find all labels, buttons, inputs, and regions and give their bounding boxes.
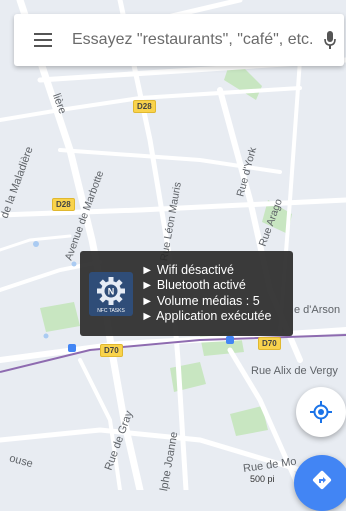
voice-search-button[interactable]: [316, 14, 344, 66]
notification-line: ► Application exécutée: [141, 309, 272, 323]
nfc-tasks-gear-icon: N: [97, 276, 125, 305]
notification-line: ► Bluetooth activé: [141, 278, 246, 292]
street-label-arson: e d'Arson: [294, 304, 341, 316]
notification-lines: ► Wifi désactivé ► Bluetooth activé ► Vo…: [141, 263, 272, 325]
notification-line: ► Volume médias : 5: [141, 293, 260, 308]
road-shield-d70-right: D70: [258, 337, 281, 350]
street-label-alix-de-vergy: Rue Alix de Vergy: [251, 365, 338, 377]
nfc-tasks-app-icon: N NFC TASKS: [89, 271, 133, 316]
app-icon-label: NFC TASKS: [97, 307, 125, 314]
my-location-button[interactable]: [296, 387, 346, 437]
directions-icon: [312, 470, 332, 490]
search-input[interactable]: Essayez "restaurants", "café", etc.: [72, 31, 316, 49]
microphone-icon: [324, 31, 336, 49]
notification-line: ► Wifi désactivé: [141, 262, 234, 277]
svg-text:N: N: [108, 286, 115, 296]
road-shield-d70-left: D70: [100, 344, 123, 357]
road-shield-d28-top: D28: [133, 100, 156, 113]
nfc-tasks-notification: N NFC TASKS ► Wifi désactivé ► Bluetooth…: [80, 251, 293, 336]
my-location-icon: [310, 401, 332, 423]
directions-button[interactable]: [294, 455, 346, 511]
search-bar[interactable]: Essayez "restaurants", "café", etc.: [14, 14, 344, 66]
road-shield-d28-left: D28: [52, 198, 75, 211]
menu-button[interactable]: [14, 14, 72, 66]
map-canvas[interactable]: [0, 0, 346, 490]
hamburger-menu-icon: [34, 33, 52, 47]
map-scale: 500 pi: [250, 474, 275, 484]
